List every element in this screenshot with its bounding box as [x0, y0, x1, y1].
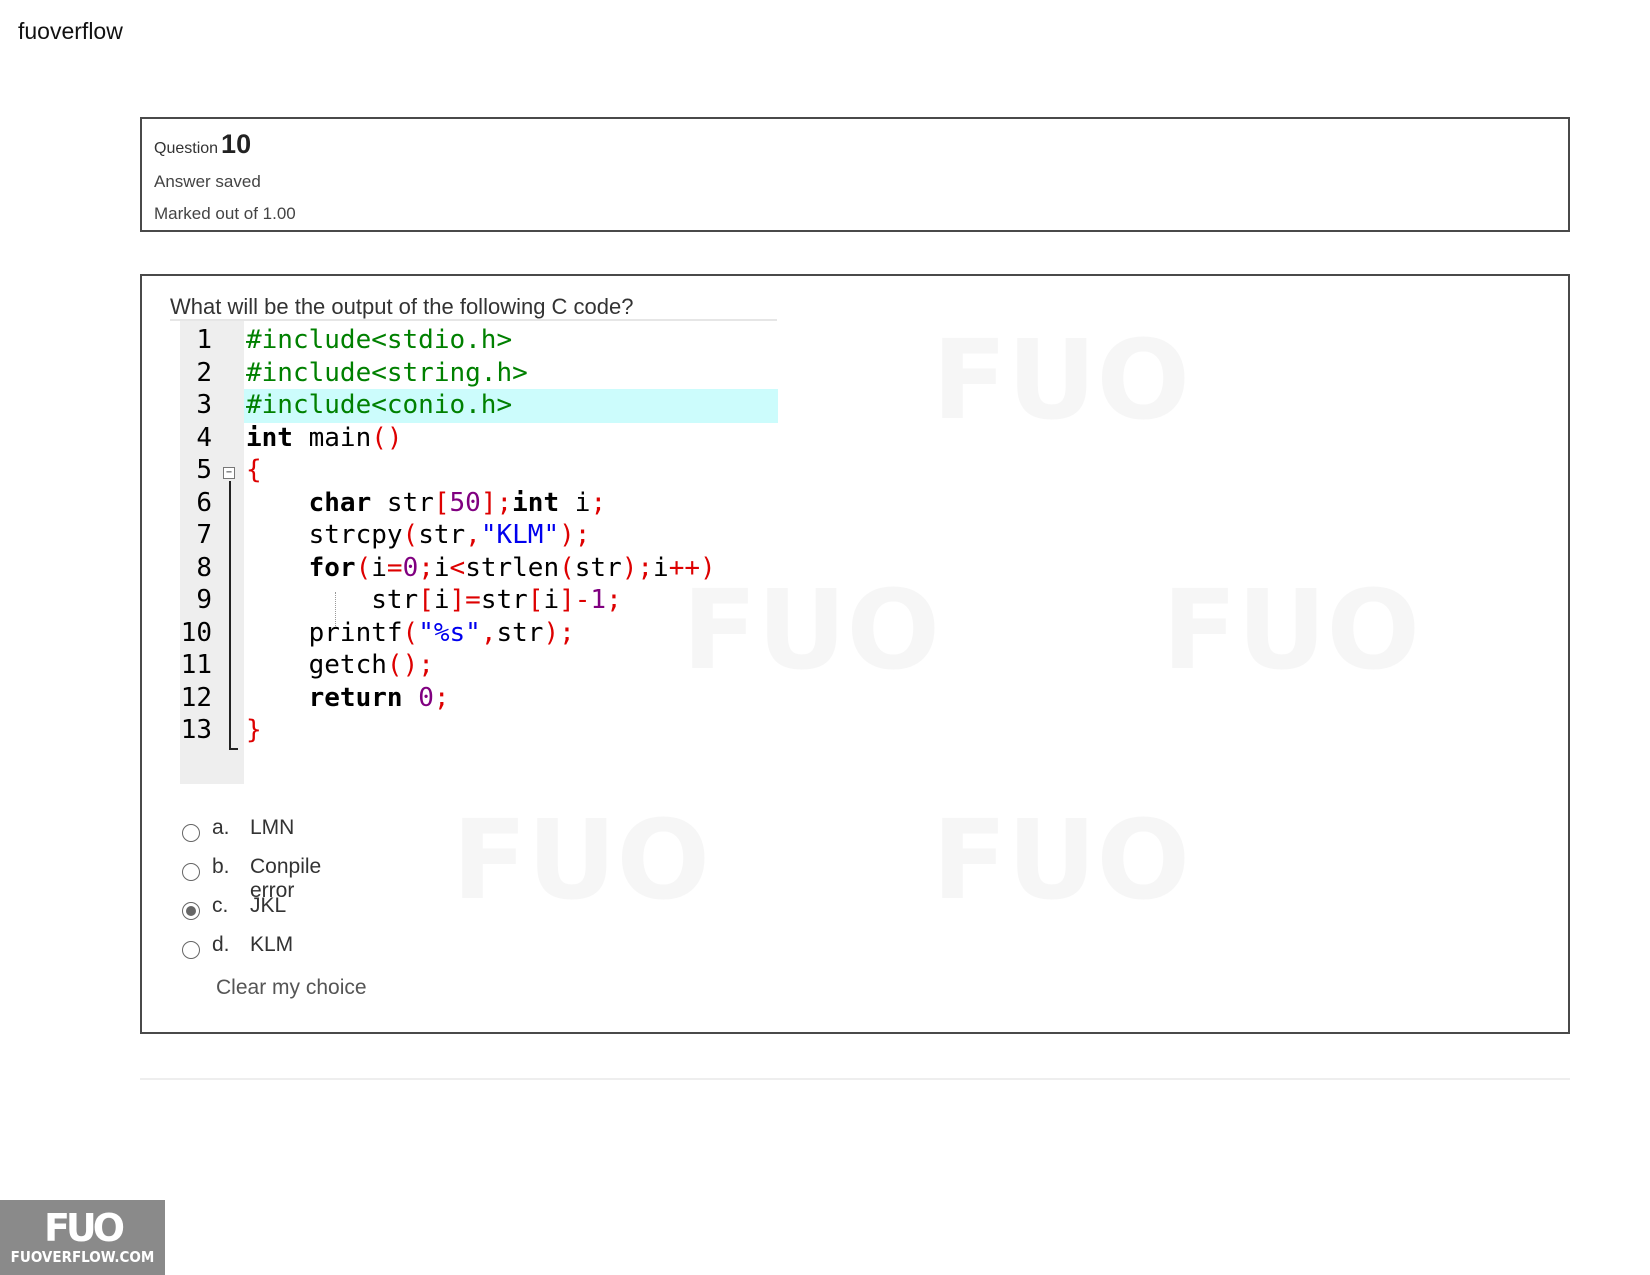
watermark-logo: FUO	[932, 316, 1190, 444]
option-text: LMN	[250, 816, 295, 839]
line-number: 4	[196, 423, 212, 453]
site-title[interactable]: fuoverflow	[18, 18, 123, 45]
code-line: char str[50];int i;	[308, 488, 607, 518]
question-content-panel: FUO FUO FUO FUO FUO What will be the out…	[140, 274, 1570, 1034]
radio-button[interactable]	[182, 863, 200, 881]
option-letter: d.	[212, 933, 230, 956]
question-info-panel: Question 10 Answer saved Marked out of 1.…	[140, 117, 1570, 232]
collapse-icon: −	[223, 467, 235, 479]
option-text: KLM	[250, 933, 294, 956]
line-number: 1	[196, 325, 212, 355]
fuoverflow-watermark: FUO FUOVERFLOW.COM	[0, 1200, 165, 1275]
line-number: 10	[180, 618, 212, 648]
option-text: JKL	[250, 894, 287, 917]
code-line: #include<string.h>	[246, 358, 528, 388]
fold-guide-end	[229, 748, 238, 750]
code-screenshot: − 1 #include<stdio.h> 2 #include<string.h> 3…	[180, 321, 780, 784]
question-number: 10	[221, 129, 252, 159]
question-heading: Question 10	[154, 129, 1556, 160]
line-number: 7	[196, 520, 212, 550]
code-line: printf("%s",str);	[308, 618, 575, 648]
code-line: }	[246, 715, 262, 745]
clear-choice-link[interactable]: Clear my choice	[216, 976, 367, 1000]
code-line: strcpy(str,"KLM");	[308, 520, 591, 550]
question-text: What will be the output of the following…	[170, 294, 634, 319]
radio-button-selected[interactable]	[182, 902, 200, 920]
code-line: for(i=0;i<strlen(str);i++)	[308, 553, 716, 583]
question-marks: Marked out of 1.00	[154, 204, 296, 223]
question-label: Question	[154, 140, 219, 157]
watermark-logo: FUO	[452, 796, 710, 924]
code-line: #include<stdio.h>	[246, 325, 513, 355]
line-number: 11	[180, 650, 212, 680]
watermark-logo: FUO	[1162, 566, 1420, 694]
option-letter: a.	[212, 816, 230, 839]
line-number: 5	[196, 455, 212, 485]
answer-status: Answer saved	[154, 172, 261, 191]
watermark-url: FUOVERFLOW.COM	[10, 1248, 155, 1266]
line-number: 8	[196, 553, 212, 583]
watermark-logo: FUO	[932, 796, 1190, 924]
radio-button[interactable]	[182, 941, 200, 959]
line-number: 9	[196, 585, 212, 615]
code-line: str[i]=str[i]-1;	[371, 585, 622, 615]
fuo-logo: FUO	[43, 1206, 125, 1250]
section-divider	[140, 1078, 1570, 1080]
code-line: return 0;	[308, 683, 450, 713]
code-line: int main()	[246, 423, 403, 453]
line-number: 6	[196, 488, 212, 518]
line-number: 3	[196, 390, 212, 420]
code-line: #include<conio.h>	[246, 390, 513, 420]
line-number: 13	[180, 715, 212, 745]
fold-guide	[229, 481, 231, 750]
line-number: 2	[196, 358, 212, 388]
code-line: {	[246, 455, 262, 485]
code-line: getch();	[308, 650, 434, 680]
line-number: 12	[180, 683, 212, 713]
option-letter: c.	[212, 894, 229, 917]
radio-button[interactable]	[182, 824, 200, 842]
option-letter: b.	[212, 855, 230, 878]
